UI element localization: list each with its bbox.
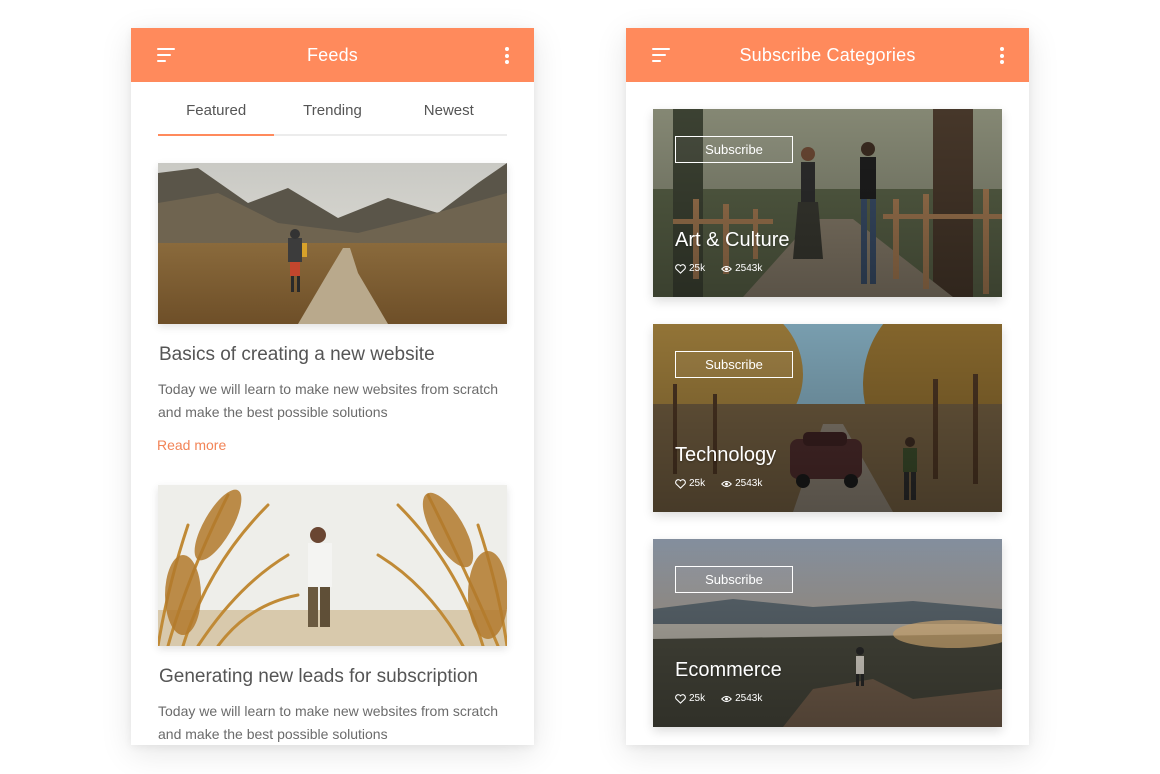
page-title: Subscribe Categories bbox=[739, 44, 916, 65]
category-name: Art & Culture bbox=[675, 229, 790, 251]
eye-icon bbox=[721, 265, 733, 272]
feed-tabs: Featured Trending Newest bbox=[158, 82, 507, 136]
tab-trending[interactable]: Trending bbox=[274, 82, 390, 134]
grass-portrait-image bbox=[158, 485, 507, 646]
category-name: Technology bbox=[675, 444, 777, 466]
category-stats: 25k 2543k bbox=[675, 263, 762, 274]
likes-stat: 25k bbox=[675, 693, 705, 704]
read-more-link[interactable]: Read more bbox=[157, 437, 226, 453]
hiker-landscape-image bbox=[158, 163, 507, 324]
subscribe-button[interactable]: Subscribe bbox=[675, 351, 793, 378]
subscribe-screen: Subscribe Categories Subscribe Art & Cul… bbox=[626, 28, 1029, 745]
subscribe-button[interactable]: Subscribe bbox=[675, 566, 793, 593]
category-stats: 25k 2543k bbox=[675, 478, 762, 489]
post-description: Today we will learn to make new websites… bbox=[158, 703, 499, 742]
category-name: Ecommerce bbox=[675, 659, 782, 681]
views-stat: 2543k bbox=[721, 263, 762, 274]
views-stat: 2543k bbox=[721, 693, 762, 704]
category-card-technology[interactable]: Subscribe Technology 25k 2543k bbox=[653, 324, 1002, 512]
likes-stat: 25k bbox=[675, 263, 705, 274]
eye-icon bbox=[721, 480, 733, 487]
post-description: Today we will learn to make new websites… bbox=[158, 381, 499, 420]
heart-icon bbox=[675, 478, 686, 489]
more-vertical-icon[interactable] bbox=[999, 47, 1005, 64]
more-vertical-icon[interactable] bbox=[504, 47, 510, 64]
views-stat: 2543k bbox=[721, 478, 762, 489]
views-count: 2543k bbox=[735, 263, 763, 274]
likes-stat: 25k bbox=[675, 478, 705, 489]
feeds-screen: Feeds Featured Trending Newest Basics of… bbox=[131, 28, 534, 745]
tab-newest[interactable]: Newest bbox=[391, 82, 507, 134]
post-title: Basics of creating a new website bbox=[159, 344, 435, 365]
post-image-grass[interactable] bbox=[158, 485, 507, 646]
eye-icon bbox=[721, 695, 733, 702]
feeds-app-bar: Feeds bbox=[131, 28, 534, 82]
page-title: Feeds bbox=[306, 44, 359, 65]
views-count: 2543k bbox=[735, 478, 763, 489]
category-card-ecommerce[interactable]: Subscribe Ecommerce 25k 2543k bbox=[653, 539, 1002, 727]
menu-icon[interactable] bbox=[652, 48, 672, 62]
heart-icon bbox=[675, 263, 686, 274]
likes-count: 25k bbox=[689, 693, 706, 704]
post-image-hiker[interactable] bbox=[158, 163, 507, 324]
likes-count: 25k bbox=[689, 478, 706, 489]
category-card-art-culture[interactable]: Subscribe Art & Culture 25k 2543k bbox=[653, 109, 1002, 297]
heart-icon bbox=[675, 693, 686, 704]
subscribe-app-bar: Subscribe Categories bbox=[626, 28, 1029, 82]
tab-featured[interactable]: Featured bbox=[158, 82, 275, 136]
views-count: 2543k bbox=[735, 693, 763, 704]
menu-icon[interactable] bbox=[157, 48, 177, 62]
post-title: Generating new leads for subscription bbox=[159, 666, 478, 687]
category-stats: 25k 2543k bbox=[675, 693, 762, 704]
subscribe-button[interactable]: Subscribe bbox=[675, 136, 793, 163]
likes-count: 25k bbox=[689, 263, 706, 274]
